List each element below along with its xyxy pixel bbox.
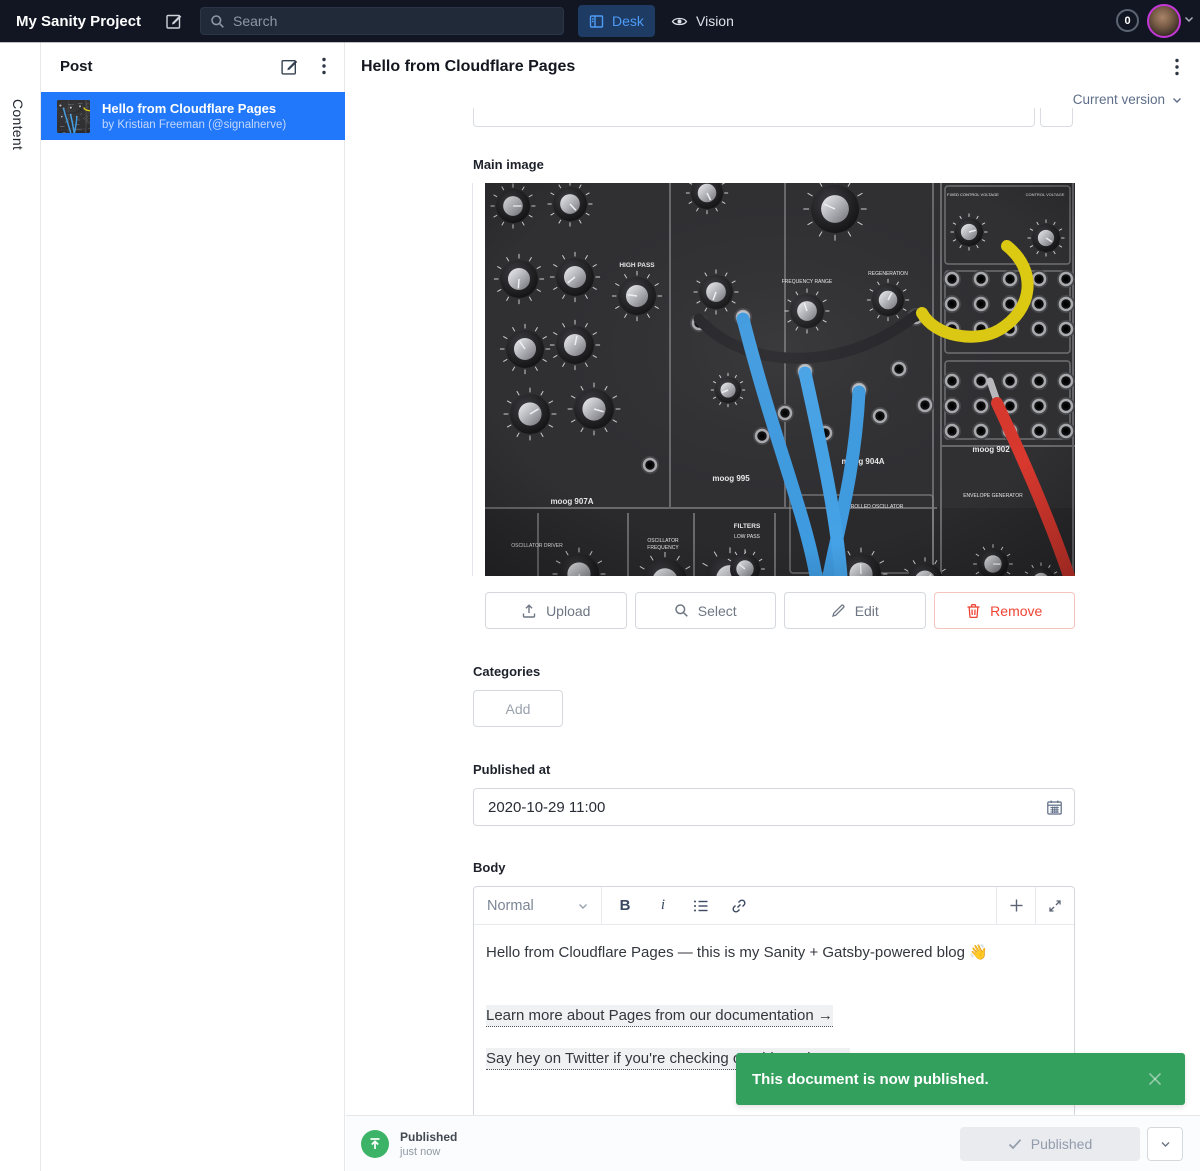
published-at-input[interactable]: [474, 799, 1034, 816]
chevron-down-icon[interactable]: [1184, 15, 1194, 23]
kebab-icon: [322, 57, 326, 75]
editor-toolbar-right: [996, 887, 1074, 924]
post-thumbnail: [57, 100, 90, 133]
main-image-preview[interactable]: [485, 183, 1075, 576]
status-time: just now: [400, 1146, 457, 1158]
post-item-subtitle: by Kristian Freeman (@signalnerve): [102, 119, 286, 131]
toast-close-button[interactable]: [1141, 1065, 1169, 1093]
slug-field-cutoff[interactable]: [473, 108, 1035, 127]
pane-title: Post: [60, 42, 93, 90]
chevron-down-icon: [1172, 96, 1182, 104]
fullscreen-button[interactable]: [1035, 887, 1074, 924]
slug-generate-button-cutoff[interactable]: [1040, 108, 1073, 127]
toast-message: This document is now published.: [752, 1071, 1141, 1088]
remove-button-label: Remove: [990, 603, 1042, 619]
post-list-pane: Post Hello from Cloudflare Pages b: [41, 42, 345, 1171]
body-link-documentation[interactable]: Learn more about Pages from our document…: [486, 1005, 833, 1027]
document-footer: Published just now Published: [346, 1115, 1200, 1171]
post-item-text: Hello from Cloudflare Pages by Kristian …: [102, 101, 286, 131]
link-icon: [731, 898, 747, 914]
post-item-title: Hello from Cloudflare Pages: [102, 101, 286, 116]
calendar-button[interactable]: [1034, 789, 1074, 825]
publish-button[interactable]: Published: [960, 1127, 1140, 1161]
published-at-field: [473, 788, 1075, 826]
format-buttons: B i: [602, 887, 996, 924]
eye-icon: [671, 13, 688, 30]
image-actions: Upload Select Edit: [485, 592, 1075, 629]
categories-label: Categories: [473, 664, 540, 679]
publish-status-text: Published just now: [400, 1130, 457, 1158]
document-header: Hello from Cloudflare Pages Current vers…: [346, 42, 1200, 127]
bullet-list-icon: [693, 899, 709, 913]
desk-icon: [589, 14, 604, 29]
toast-published: This document is now published.: [736, 1053, 1185, 1105]
document-pane: Hello from Cloudflare Pages Current vers…: [346, 42, 1200, 1171]
upload-icon: [521, 603, 537, 619]
search-icon: [210, 14, 225, 29]
published-at-label: Published at: [473, 762, 550, 777]
search-input[interactable]: [233, 13, 554, 29]
publish-menu-button[interactable]: [1147, 1127, 1183, 1161]
link-button[interactable]: [722, 891, 756, 921]
italic-button[interactable]: i: [646, 891, 680, 921]
calendar-icon: [1046, 799, 1063, 816]
pane-menu-button[interactable]: [313, 55, 335, 77]
compose-icon: [165, 12, 183, 30]
block-style-select[interactable]: Normal: [474, 887, 602, 924]
version-label: Current version: [1073, 92, 1165, 107]
notification-badge[interactable]: 0: [1116, 9, 1139, 32]
body-label: Body: [473, 860, 506, 875]
published-icon: [361, 1130, 389, 1158]
document-title: Hello from Cloudflare Pages: [361, 58, 575, 76]
pencil-icon: [831, 603, 846, 618]
bullet-list-button[interactable]: [684, 891, 718, 921]
check-icon: [1008, 1138, 1022, 1150]
remove-button[interactable]: Remove: [934, 592, 1076, 629]
version-selector[interactable]: Current version: [1073, 92, 1182, 107]
upload-button[interactable]: Upload: [485, 592, 627, 629]
tab-vision-label: Vision: [696, 13, 734, 29]
kebab-icon: [1175, 58, 1179, 76]
global-search[interactable]: [200, 7, 564, 35]
post-pane-header: Post: [41, 42, 344, 90]
create-post-button[interactable]: [278, 55, 300, 77]
search-icon: [674, 603, 689, 618]
publish-status-chip: Published just now: [361, 1130, 457, 1158]
block-style-value: Normal: [487, 898, 534, 914]
bold-button[interactable]: B: [608, 891, 642, 921]
new-document-button[interactable]: [163, 10, 185, 32]
close-icon: [1147, 1071, 1163, 1087]
publish-button-label: Published: [1031, 1136, 1093, 1152]
document-form: Main image Upload: [346, 127, 1200, 1115]
upload-button-label: Upload: [546, 603, 590, 619]
select-button-label: Select: [698, 603, 737, 619]
editor-toolbar: Normal B i: [474, 887, 1074, 925]
content-rail: Content: [0, 42, 41, 1171]
edit-button[interactable]: Edit: [784, 592, 926, 629]
avatar[interactable]: [1147, 4, 1181, 38]
top-bar: My Sanity Project Desk: [0, 0, 1200, 42]
chevron-down-icon: [578, 902, 588, 910]
field-change-bar: [472, 183, 473, 576]
main-image-label: Main image: [473, 157, 544, 172]
add-category-button[interactable]: Add: [473, 690, 563, 727]
compose-icon: [280, 57, 299, 76]
trash-icon: [966, 603, 981, 619]
chevron-down-icon: [1160, 1140, 1171, 1148]
select-button[interactable]: Select: [635, 592, 777, 629]
status-label: Published: [400, 1130, 457, 1144]
list-item-post[interactable]: Hello from Cloudflare Pages by Kristian …: [41, 92, 345, 140]
sanity-studio-app: My Sanity Project Desk: [0, 0, 1200, 1171]
tab-vision[interactable]: Vision: [660, 5, 745, 37]
insert-block-button[interactable]: [996, 887, 1035, 924]
expand-icon: [1048, 899, 1062, 913]
plus-icon: [1009, 898, 1024, 913]
rail-label-content[interactable]: Content: [10, 99, 26, 150]
body-paragraph[interactable]: Hello from Cloudflare Pages — this is my…: [486, 942, 1062, 963]
tab-desk[interactable]: Desk: [578, 5, 655, 37]
document-menu-button[interactable]: [1166, 56, 1188, 78]
edit-button-label: Edit: [855, 603, 879, 619]
project-title: My Sanity Project: [16, 0, 141, 42]
tab-desk-label: Desk: [612, 13, 644, 29]
